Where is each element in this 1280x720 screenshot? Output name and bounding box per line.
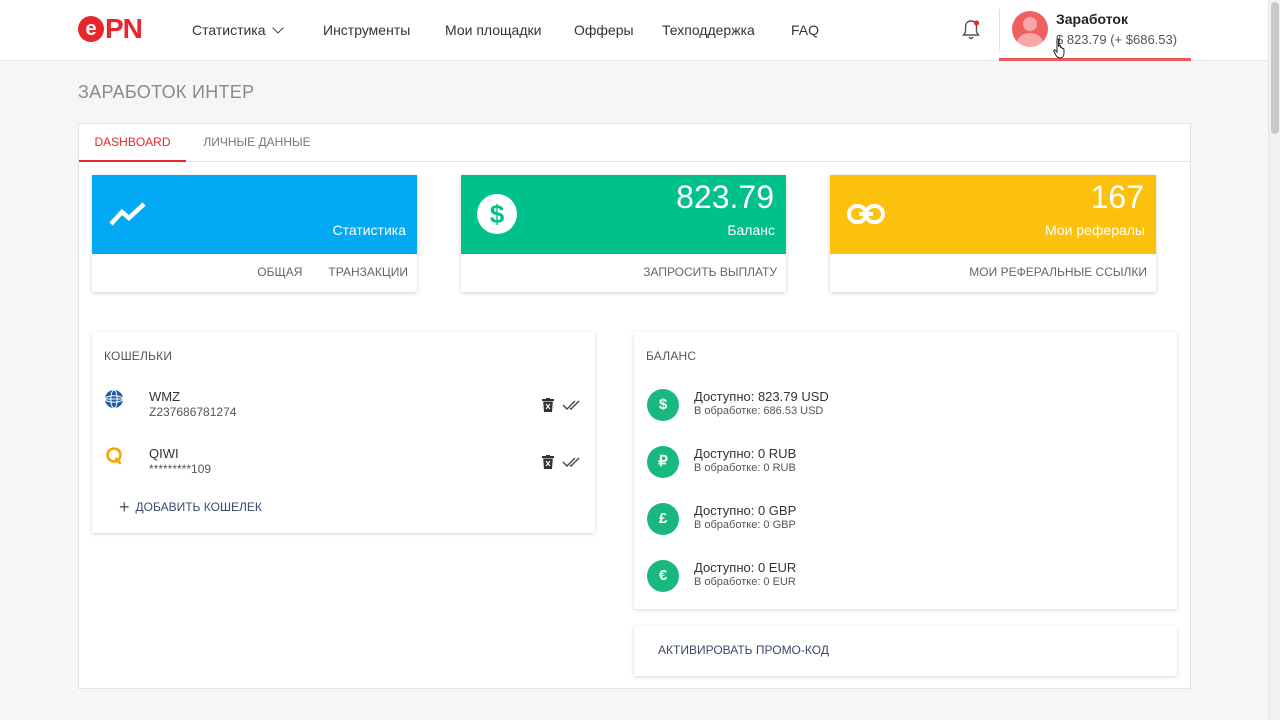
referrals-card-header[interactable]: 167 Мои рефералы bbox=[830, 175, 1156, 254]
tab-dashboard[interactable]: DASHBOARD bbox=[79, 124, 186, 162]
balance-available: Доступно: 823.79 USD bbox=[694, 389, 829, 404]
user-name: Заработок bbox=[1056, 11, 1128, 27]
plus-icon: + bbox=[119, 497, 130, 517]
wallets-title: КОШЕЛЬКИ bbox=[104, 349, 173, 363]
nav-tools-label: Инструменты bbox=[323, 22, 411, 38]
chevron-down-icon bbox=[271, 22, 284, 34]
referrals-card: 167 Мои рефералы МОИ РЕФЕРАЛЬНЫЕ ССЫЛКИ bbox=[830, 175, 1156, 292]
svg-text:$: $ bbox=[490, 199, 505, 229]
balance-processing: В обработке: 0 EUR bbox=[694, 576, 796, 588]
balance-title: БАЛАНС bbox=[646, 349, 697, 363]
balance-processing: В обработке: 0 RUB bbox=[694, 462, 796, 474]
nav-faq[interactable]: FAQ bbox=[791, 0, 819, 60]
balance-card-header[interactable]: $ 823.79 Баланс bbox=[461, 175, 786, 254]
trending-up-icon bbox=[109, 202, 146, 226]
nav-my-sites-label: Мои площадки bbox=[445, 22, 542, 38]
wallet-item: WMZ Z237686781274 bbox=[92, 389, 595, 429]
tab-personal-data[interactable]: ЛИЧНЫЕ ДАННЫЕ bbox=[186, 124, 328, 162]
balance-row-gbp: £ Доступно: 0 GBP В обработке: 0 GBP bbox=[634, 503, 1177, 543]
nav-support[interactable]: Техподдержка bbox=[662, 0, 755, 60]
referrals-card-value: 167 bbox=[1090, 179, 1144, 215]
activate-promo-code-link[interactable]: АКТИВИРОВАТЬ ПРОМО-КОД bbox=[658, 643, 829, 657]
balance-card-value: 823.79 bbox=[676, 179, 774, 215]
add-wallet-button[interactable]: + ДОБАВИТЬ КОШЕЛЕК bbox=[119, 497, 262, 517]
wallet-item: QIWI *********109 bbox=[92, 446, 595, 486]
dollar-icon: $ bbox=[647, 389, 679, 421]
wallets-box: КОШЕЛЬКИ WMZ Z237686781274 QIWI ********… bbox=[92, 332, 595, 533]
statistics-card-label: Статистика bbox=[332, 222, 406, 238]
referrals-card-label: Мои рефералы bbox=[1045, 222, 1145, 238]
avatar bbox=[1012, 11, 1048, 47]
balance-processing: В обработке: 0 GBP bbox=[694, 519, 796, 531]
request-payout-link[interactable]: ЗАПРОСИТЬ ВЫПЛАТУ bbox=[643, 265, 777, 279]
scrollbar-thumb[interactable] bbox=[1271, 2, 1279, 134]
promo-code-box: АКТИВИРОВАТЬ ПРОМО-КОД bbox=[634, 626, 1177, 676]
hand-cursor-icon bbox=[1053, 38, 1065, 59]
euro-icon: € bbox=[647, 560, 679, 592]
logo-text: PN bbox=[105, 13, 143, 44]
nav-statistics[interactable]: Статистика bbox=[192, 0, 284, 60]
statistics-general-link[interactable]: ОБЩАЯ bbox=[257, 265, 302, 279]
ruble-icon: ₽ bbox=[647, 446, 679, 478]
bell-icon[interactable] bbox=[961, 19, 981, 41]
balance-available: Доступно: 0 EUR bbox=[694, 560, 797, 575]
epn-logo[interactable]: e PN bbox=[78, 13, 150, 44]
balance-row-usd: $ Доступно: 823.79 USD В обработке: 686.… bbox=[634, 389, 1177, 429]
balance-available: Доступно: 0 RUB bbox=[694, 446, 797, 461]
double-check-icon[interactable] bbox=[562, 399, 582, 411]
user-balance: $ 823.79 (+ $686.53) bbox=[1056, 32, 1178, 47]
nav-statistics-label: Статистика bbox=[192, 22, 266, 38]
balance-row-rub: ₽ Доступно: 0 RUB В обработке: 0 RUB bbox=[634, 446, 1177, 486]
nav-offers-label: Офферы bbox=[574, 22, 634, 38]
nav-offers[interactable]: Офферы bbox=[574, 0, 634, 60]
balance-card-label: Баланс bbox=[727, 222, 775, 238]
dollar-circle-icon: $ bbox=[477, 194, 517, 234]
user-menu[interactable]: Заработок $ 823.79 (+ $686.53) bbox=[999, 0, 1191, 61]
statistics-card: Статистика ОБЩАЯ ТРАНЗАКЦИИ bbox=[92, 175, 417, 292]
webmoney-icon bbox=[104, 389, 124, 409]
nav-my-sites[interactable]: Мои площадки bbox=[445, 0, 541, 60]
nav-tools[interactable]: Инструменты bbox=[323, 0, 410, 60]
statistics-card-header[interactable]: Статистика bbox=[92, 175, 417, 254]
logo-e-mark: e bbox=[78, 16, 104, 42]
page-title: ЗАРАБОТОК ИНТЕР bbox=[78, 82, 255, 102]
balance-available: Доступно: 0 GBP bbox=[694, 503, 797, 518]
nav-faq-label: FAQ bbox=[791, 22, 820, 38]
top-header: e PN Статистика Инструменты Мои площадки… bbox=[0, 0, 1268, 61]
trash-icon[interactable] bbox=[542, 455, 554, 469]
balance-box: БАЛАНС $ Доступно: 823.79 USD В обработк… bbox=[634, 332, 1177, 609]
trash-icon[interactable] bbox=[542, 398, 554, 412]
nav-support-label: Техподдержка bbox=[662, 22, 755, 38]
wallet-number: Z237686781274 bbox=[149, 405, 237, 419]
wallet-name: WMZ bbox=[149, 389, 181, 404]
double-check-icon[interactable] bbox=[562, 456, 582, 468]
balance-card: $ 823.79 Баланс ЗАПРОСИТЬ ВЫПЛАТУ bbox=[461, 175, 786, 292]
balance-processing: В обработке: 686.53 USD bbox=[694, 405, 824, 417]
statistics-transactions-link[interactable]: ТРАНЗАКЦИИ bbox=[328, 265, 408, 279]
pound-icon: £ bbox=[647, 503, 679, 535]
tab-bar: DASHBOARD ЛИЧНЫЕ ДАННЫЕ bbox=[79, 124, 1190, 162]
wallet-number: *********109 bbox=[149, 462, 212, 476]
wallet-name: QIWI bbox=[149, 446, 179, 461]
page-scrollbar[interactable] bbox=[1268, 0, 1280, 720]
link-icon bbox=[847, 204, 885, 224]
referral-links-link[interactable]: МОИ РЕФЕРАЛЬНЫЕ ССЫЛКИ bbox=[969, 265, 1147, 279]
add-wallet-label: ДОБАВИТЬ КОШЕЛЕК bbox=[135, 500, 262, 514]
balance-row-eur: € Доступно: 0 EUR В обработке: 0 EUR bbox=[634, 560, 1177, 600]
qiwi-icon bbox=[106, 447, 122, 465]
